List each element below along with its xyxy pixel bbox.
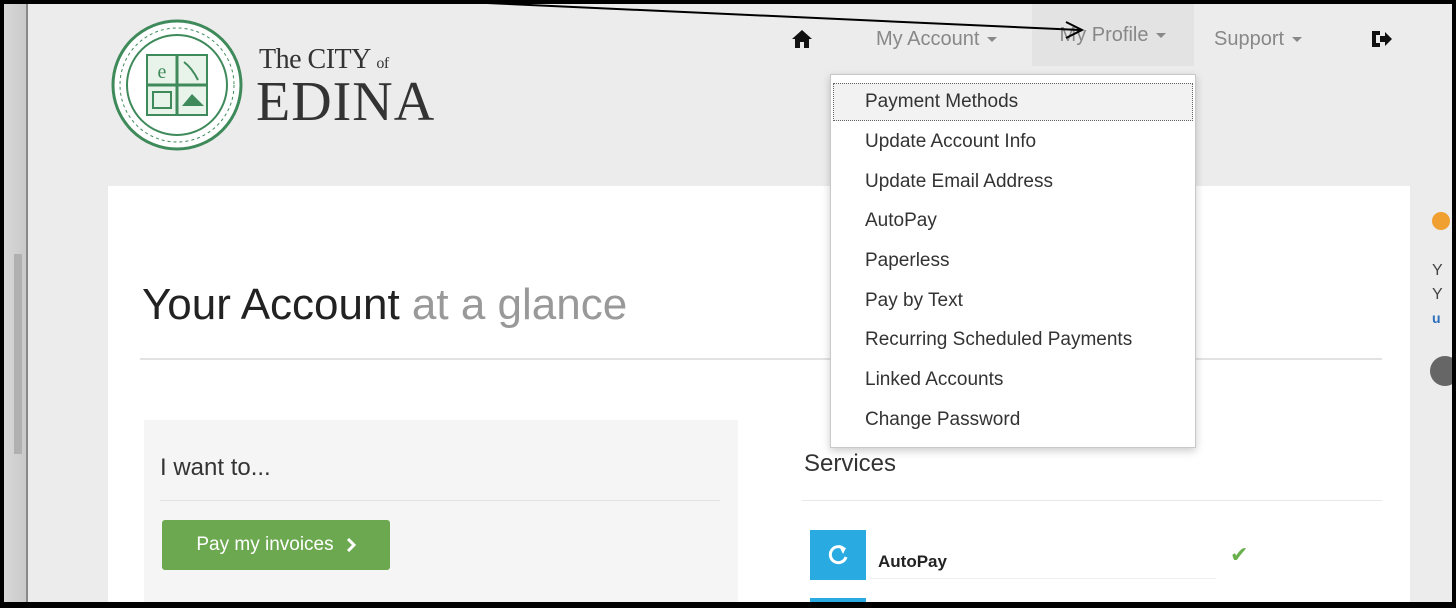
annotation-arrow: [419, 0, 1085, 39]
